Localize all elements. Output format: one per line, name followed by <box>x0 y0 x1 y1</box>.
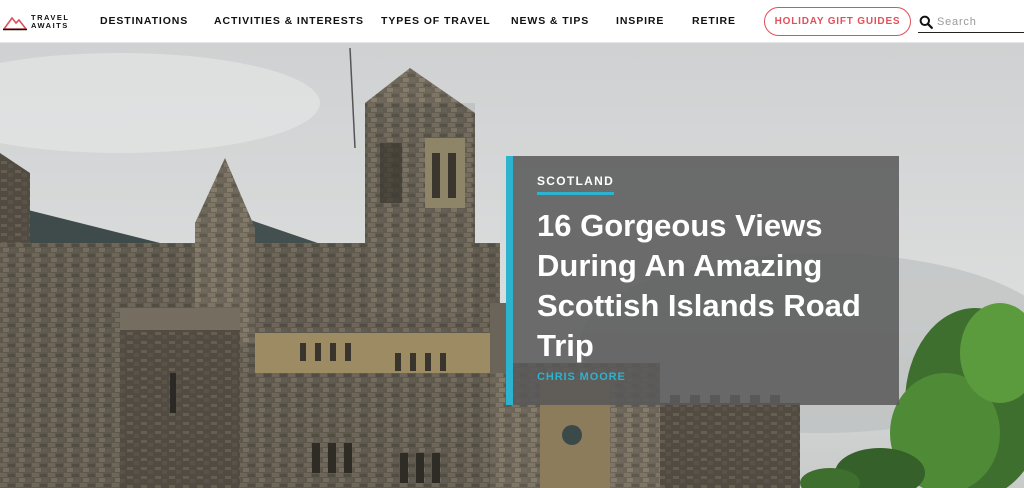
nav-item-news-tips[interactable]: NEWS & TIPS <box>511 15 589 27</box>
nav-item-destinations[interactable]: DESTINATIONS <box>100 15 188 27</box>
hero-banner[interactable]: SCOTLAND 16 Gorgeous Views During An Ama… <box>0 43 1024 488</box>
brand-logo[interactable]: TRAVEL AWAITS <box>3 11 73 33</box>
nav-item-inspire[interactable]: INSPIRE <box>616 15 664 27</box>
nav-item-types-of-travel[interactable]: TYPES OF TRAVEL <box>381 15 491 27</box>
nav-item-activities-interests[interactable]: ACTIVITIES & INTERESTS <box>214 15 364 27</box>
holiday-gift-guides-button[interactable]: HOLIDAY GIFT GUIDES <box>764 7 911 36</box>
brand-line-2: AWAITS <box>31 21 69 30</box>
article-title[interactable]: 16 Gorgeous Views During An Amazing Scot… <box>537 206 889 366</box>
top-navigation: TRAVEL AWAITS DESTINATIONS ACTIVITIES & … <box>0 0 1024 43</box>
nav-item-retire[interactable]: RETIRE <box>692 15 736 27</box>
article-category[interactable]: SCOTLAND <box>537 174 615 195</box>
search-bar <box>918 11 1024 33</box>
brand-wordmark: TRAVEL AWAITS <box>31 14 69 30</box>
mountain-logo-icon <box>3 16 27 31</box>
featured-article-card[interactable]: SCOTLAND 16 Gorgeous Views During An Ama… <box>506 156 899 405</box>
search-icon[interactable] <box>919 15 933 29</box>
search-input[interactable] <box>937 15 1021 28</box>
article-author[interactable]: CHRIS MOORE <box>537 371 626 383</box>
